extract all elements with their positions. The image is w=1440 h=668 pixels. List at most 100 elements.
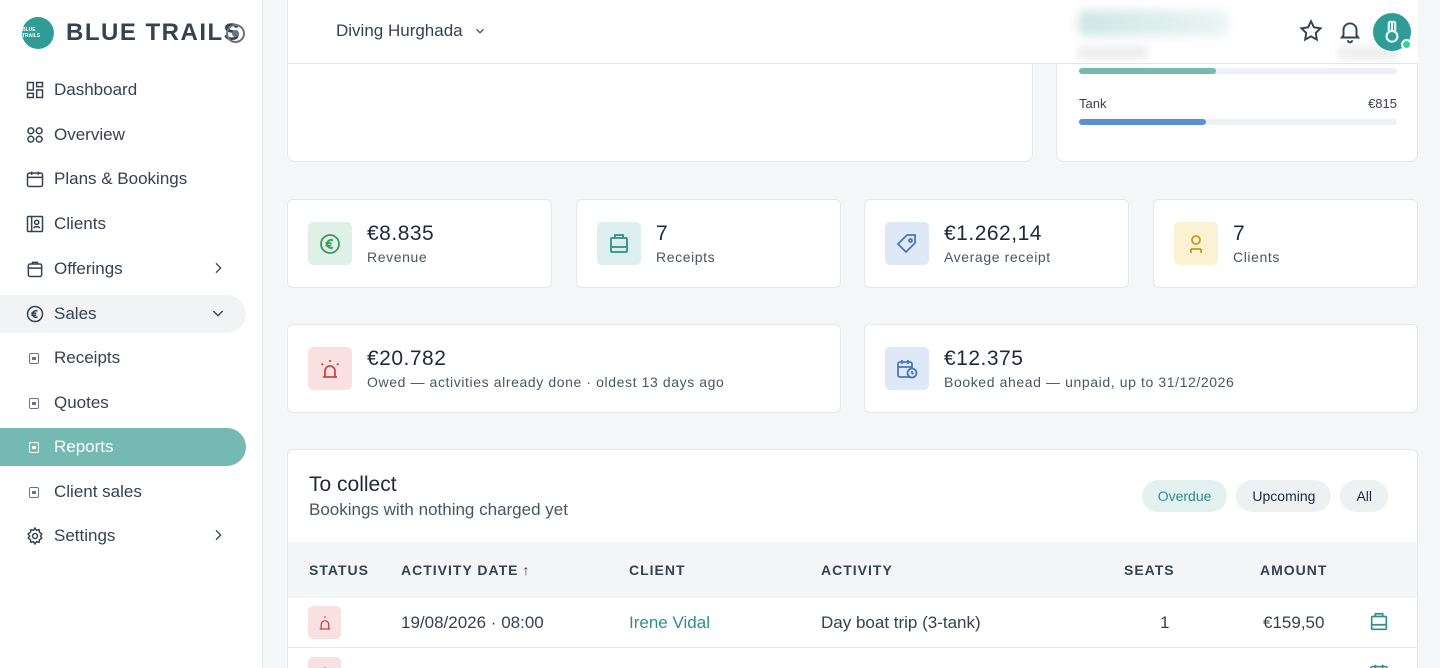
column-header-seats[interactable]: SEATS	[1124, 562, 1175, 578]
sidebar-item-label: Offerings	[54, 259, 123, 278]
calendar-icon	[25, 169, 45, 189]
sidebar-item-offerings[interactable]: Offerings	[0, 250, 246, 288]
sidebar-subitem-client-sales[interactable]: Client sales	[0, 473, 246, 511]
cell-client-link[interactable]: Irene Vidal	[629, 613, 710, 633]
filter-overdue-button[interactable]: Overdue	[1141, 480, 1228, 512]
sidebar-subitem-receipts[interactable]: Receipts	[0, 339, 246, 377]
offerings-icon	[25, 259, 45, 279]
app-root: BLUE TRAILS BLUE TRAILS Dashboard Overvi…	[0, 0, 1440, 668]
sidebar-subitem-label: Quotes	[54, 393, 109, 412]
filter-group: Overdue Upcoming All	[1141, 480, 1388, 512]
stat-label: Average receipt	[944, 249, 1051, 265]
stat-label: Revenue	[367, 249, 428, 265]
stat-label: Booked ahead — unpaid, up to 31/12/2026	[944, 374, 1235, 390]
breakdown-value: €815	[1368, 96, 1397, 111]
column-header-label: ACTIVITY DATE	[401, 562, 519, 578]
table-header: STATUS ACTIVITY DATE ↑ CLIENT ACTIVITY SE…	[288, 542, 1417, 598]
sidebar-item-overview[interactable]: Overview	[0, 116, 246, 154]
client-sales-icon	[29, 486, 39, 498]
chevron-right-icon	[210, 260, 226, 276]
location-label: Diving Hurghada	[336, 21, 463, 40]
stat-card-clients: 7 Clients	[1153, 199, 1418, 288]
chevron-right-icon	[210, 527, 226, 543]
breakdown-fill	[1079, 119, 1207, 125]
tag-icon	[885, 222, 929, 265]
sidebar-subitem-reports[interactable]: Reports	[0, 428, 246, 466]
table-row[interactable]	[288, 649, 1417, 668]
dashboard-icon	[25, 80, 45, 100]
stat-value: 7	[1233, 222, 1246, 245]
calendar-clock-icon	[885, 347, 929, 390]
stat-label: Receipts	[656, 249, 716, 265]
sidebar-item-plans-bookings[interactable]: Plans & Bookings	[0, 160, 246, 198]
to-collect-card: To collect Bookings with nothing charged…	[287, 449, 1418, 668]
column-header-status[interactable]: STATUS	[309, 562, 369, 578]
receipt-icon	[29, 352, 39, 364]
stat-card-revenue: €8.835 Revenue	[287, 199, 552, 288]
sort-ascending-icon: ↑	[522, 562, 531, 578]
stat-value: €8.835	[367, 222, 435, 245]
avatar[interactable]	[1373, 13, 1412, 51]
online-status-dot	[1401, 39, 1412, 50]
stat-value: €12.375	[944, 347, 1024, 370]
sidebar-toggle-icon[interactable]	[226, 24, 245, 43]
stat-card-receipts: 7 Receipts	[576, 199, 841, 288]
sidebar-item-sales[interactable]: Sales	[0, 295, 246, 333]
location-select[interactable]: Diving Hurghada	[336, 21, 487, 41]
breakdown-fill	[1079, 68, 1216, 74]
quote-icon	[29, 397, 39, 409]
cell-amount: €159,50	[1263, 613, 1325, 632]
stat-label: Owed — activities already done · oldest …	[367, 374, 725, 390]
breakdown-track	[1079, 68, 1397, 74]
alarm-icon	[308, 347, 352, 390]
chevron-down-icon	[210, 305, 226, 321]
stat-label: Clients	[1233, 249, 1280, 265]
sidebar-subitem-label: Reports	[54, 437, 114, 456]
clients-icon	[25, 214, 45, 234]
calendar-icon[interactable]	[1368, 662, 1390, 668]
column-header-activity[interactable]: ACTIVITY	[821, 562, 893, 578]
sidebar-item-dashboard[interactable]: Dashboard	[0, 71, 246, 109]
breakdown-row: Tank €815	[1079, 96, 1397, 125]
section-title: To collect	[309, 473, 397, 496]
breakdown-label: Tank	[1079, 96, 1107, 111]
euro-icon	[308, 222, 352, 265]
sidebar-item-label: Plans & Bookings	[54, 169, 188, 188]
create-receipt-icon[interactable]	[1368, 611, 1390, 633]
cell-activity: Day boat trip (3-tank)	[821, 613, 981, 632]
topbar: Diving Hurghada	[288, 0, 1418, 64]
stat-card-average-receipt: €1.262,14 Average receipt	[864, 199, 1129, 288]
sidebar-item-settings[interactable]: Settings	[0, 517, 246, 555]
sidebar-subitem-label: Client sales	[54, 482, 142, 501]
section-subtitle: Bookings with nothing charged yet	[309, 500, 568, 519]
gear-icon	[25, 526, 45, 546]
alarm-icon	[308, 657, 341, 668]
sidebar-item-clients[interactable]: Clients	[0, 205, 246, 243]
stat-value: 7	[656, 222, 669, 245]
chevron-down-icon	[475, 28, 484, 34]
bell-icon[interactable]	[1337, 18, 1363, 44]
brand-logo: BLUE TRAILS	[22, 17, 54, 49]
euro-icon	[25, 304, 45, 324]
filter-all-button[interactable]: All	[1340, 480, 1388, 512]
cell-seats: 1	[1160, 613, 1170, 632]
table-row[interactable]: 19/08/2026 · 08:00 Irene Vidal Day boat …	[288, 598, 1417, 648]
column-header-activity-date[interactable]: ACTIVITY DATE ↑	[401, 562, 531, 578]
column-header-client[interactable]: CLIENT	[629, 562, 686, 578]
star-icon[interactable]	[1298, 18, 1324, 44]
stat-value: €1.262,14	[944, 222, 1042, 245]
sidebar-subitem-label: Receipts	[54, 348, 121, 367]
sidebar-item-label: Overview	[54, 125, 125, 144]
overview-icon	[25, 125, 45, 145]
receipt-icon	[597, 222, 641, 265]
stat-card-owed: €20.782 Owed — activities already done ·…	[287, 324, 841, 413]
report-icon	[29, 441, 39, 453]
sidebar-item-label: Settings	[54, 526, 116, 545]
sidebar-item-label: Clients	[54, 214, 106, 233]
column-header-amount[interactable]: AMOUNT	[1260, 562, 1327, 578]
stat-card-booked-ahead: €12.375 Booked ahead — unpaid, up to 31/…	[864, 324, 1418, 413]
brand[interactable]: BLUE TRAILS BLUE TRAILS	[22, 17, 241, 49]
filter-upcoming-button[interactable]: Upcoming	[1236, 480, 1332, 512]
sidebar-subitem-quotes[interactable]: Quotes	[0, 384, 246, 422]
sidebar-item-label: Dashboard	[54, 80, 138, 99]
